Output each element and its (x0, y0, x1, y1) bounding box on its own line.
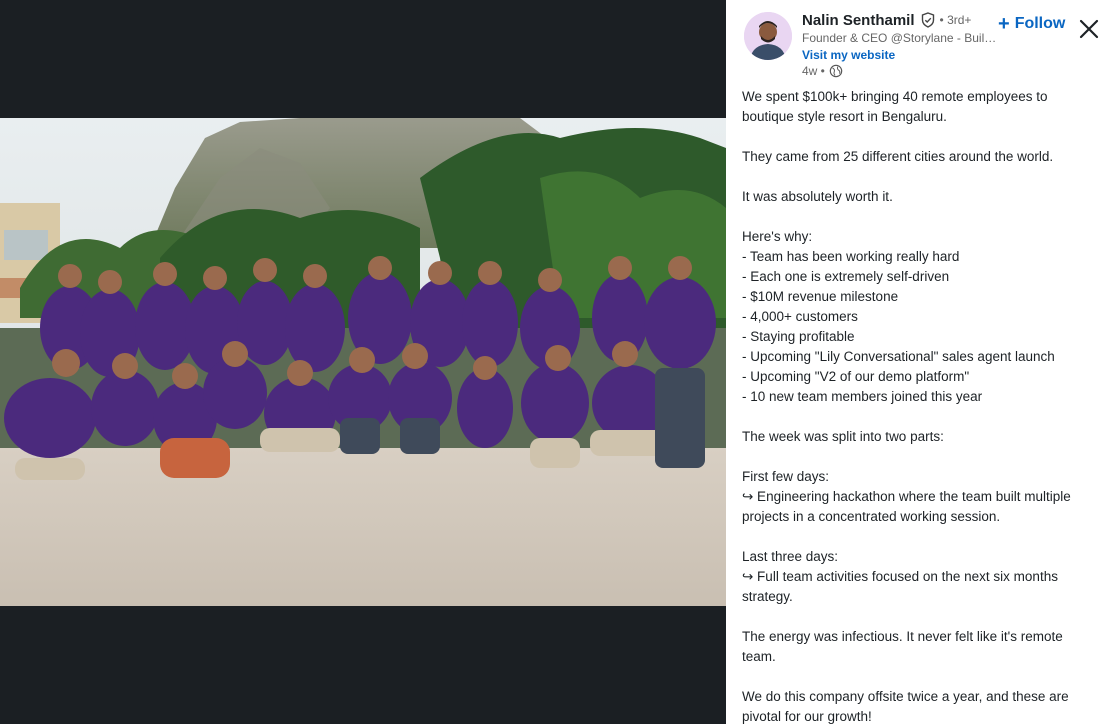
post-line: The energy was infectious. It never felt… (742, 629, 1063, 644)
post-blank-line (742, 667, 1094, 687)
post-line: The week was split into two parts: (742, 429, 944, 444)
globe-icon (829, 64, 843, 78)
post-blank-line (742, 127, 1094, 147)
connection-degree: • 3rd+ (939, 13, 972, 27)
post-line: It was absolutely worth it. (742, 189, 893, 204)
post-line: - 4,000+ customers (742, 309, 858, 324)
post-line: We do this company offsite twice a year,… (742, 689, 1069, 704)
post-line: - Each one is extremely self-driven (742, 269, 950, 284)
follow-button[interactable]: + Follow (998, 13, 1066, 35)
follow-label: Follow (1014, 15, 1066, 32)
author-headline: Founder & CEO @Storylane - Buil… (802, 31, 997, 45)
post-photo[interactable] (0, 118, 726, 606)
author-name[interactable]: Nalin Senthamil (802, 12, 915, 29)
post-line: ↪ Full team activities focused on the ne… (742, 569, 1058, 584)
close-icon[interactable] (1078, 18, 1100, 40)
post-blank-line (742, 527, 1094, 547)
post-line: - Team has been working really hard (742, 249, 960, 264)
post-line: We spent $100k+ bringing 40 remote emplo… (742, 89, 1048, 104)
post-blank-line (742, 447, 1094, 467)
post-line: - Upcoming "V2 of our demo platform" (742, 369, 970, 384)
post-line: ↪ Engineering hackathon where the team b… (742, 489, 1071, 504)
post-detail-panel: Nalin Senthamil • 3rd+ Founder & CEO @St… (726, 0, 1105, 724)
post-text: We spent $100k+ bringing 40 remote emplo… (742, 87, 1094, 724)
media-viewer (0, 0, 726, 724)
post-line: First few days: (742, 469, 830, 484)
post-line: - Staying profitable (742, 329, 855, 344)
post-line: boutique style resort in Bengaluru. (742, 109, 947, 124)
post-line: Here's why: (742, 229, 813, 244)
verified-icon (921, 12, 934, 28)
post-line: strategy. (742, 589, 793, 604)
post-line: - 10 new team members joined this year (742, 389, 983, 404)
post-line: pivotal for our growth! (742, 709, 872, 724)
visit-website-link[interactable]: Visit my website (802, 48, 1002, 62)
post-line: - Upcoming "Lily Conversational" sales a… (742, 349, 1055, 364)
post-blank-line (742, 167, 1094, 187)
post-line: Last three days: (742, 549, 839, 564)
post-line: - $10M revenue milestone (742, 289, 899, 304)
post-blank-line (742, 207, 1094, 227)
author-info: Nalin Senthamil • 3rd+ Founder & CEO @St… (802, 10, 1002, 79)
plus-icon: + (998, 13, 1010, 35)
post-blank-line (742, 607, 1094, 627)
post-line: team. (742, 649, 776, 664)
post-line: projects in a concentrated working sessi… (742, 509, 1001, 524)
post-time: 4w • (802, 64, 825, 78)
post-blank-line (742, 407, 1094, 427)
author-avatar[interactable] (744, 12, 792, 60)
post-line: They came from 25 different cities aroun… (742, 149, 1054, 164)
